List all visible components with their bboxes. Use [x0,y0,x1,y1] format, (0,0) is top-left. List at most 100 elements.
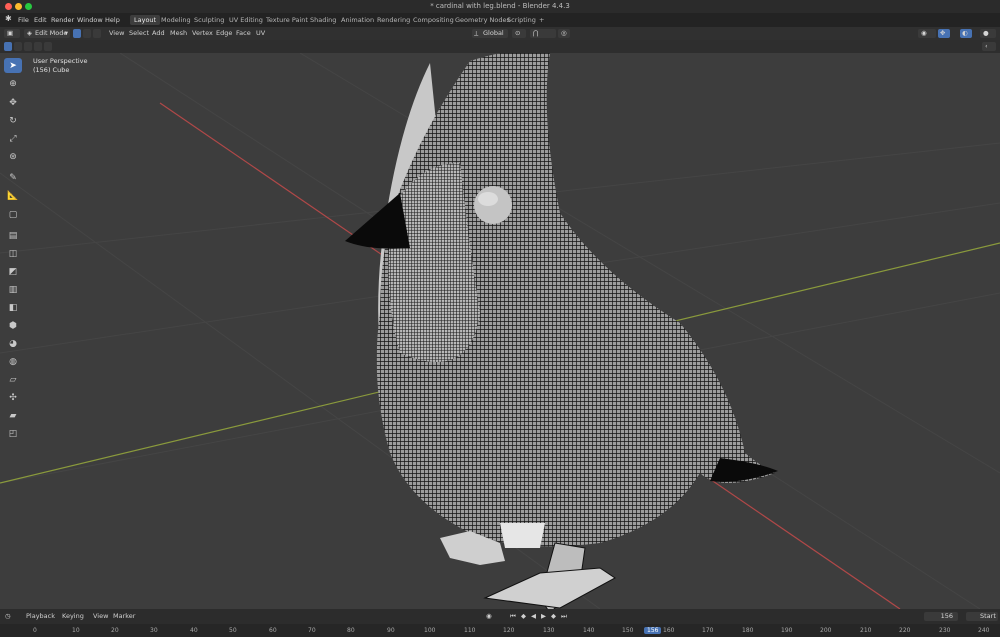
menu-edit[interactable]: Edit [34,16,47,24]
scale-icon: ⤢ [9,133,17,144]
proportional-edit-button[interactable]: ◎ [558,29,570,38]
select-new-button[interactable] [4,42,12,51]
menu-marker[interactable]: Marker [113,612,135,621]
spin-tool-button[interactable]: ◕ [4,336,22,351]
mode-select[interactable]: ◈ Edit Mode ▾ [24,29,70,38]
proportional-icon: ◎ [561,29,567,37]
add-workspace-button[interactable]: + [535,15,548,25]
menu-keying[interactable]: Keying [62,612,84,621]
frame-label: 130 [543,627,555,634]
vertex-select-button[interactable] [73,29,81,38]
tab-layout[interactable]: Layout [130,15,161,25]
frame-label: 80 [347,627,355,634]
frame-label: 40 [190,627,198,634]
visibility-button[interactable]: ◉ [918,29,936,38]
move-tool-button[interactable]: ✥ [4,95,22,110]
jump-start-icon[interactable]: ⏮ [510,612,516,621]
pencil-icon: ✎ [9,172,17,183]
solid-shading-icon: ● [983,29,989,37]
menu-edge[interactable]: Edge [216,29,232,38]
start-frame-label: Start [980,612,996,620]
3d-cursor-icon: ⊕ [9,78,17,89]
frame-label: 200 [820,627,832,634]
smooth-tool-button[interactable]: ◍ [4,354,22,369]
snap-button[interactable]: ⋂ [530,29,556,38]
face-select-button[interactable] [93,29,101,38]
overlay-toggle-button[interactable]: ◐ [960,29,972,38]
poly-build-tool-button[interactable]: ⬢ [4,318,22,333]
blender-logo-icon[interactable]: ✱ [5,14,12,23]
select-intersect-button[interactable] [44,42,52,51]
menu-vertex[interactable]: Vertex [192,29,213,38]
next-keyframe-icon[interactable]: ◆ [551,612,556,621]
sidebar-toggle-button[interactable]: ‹ [982,42,996,51]
select-invert-button[interactable] [34,42,42,51]
tab-shading[interactable]: Shading [306,15,340,25]
tab-sculpting[interactable]: Sculpting [190,15,228,25]
cursor-tool-button[interactable]: ⊕ [4,76,22,91]
start-frame-field[interactable]: Start [966,612,998,621]
frame-label: 60 [269,627,277,634]
menu-timeline-view[interactable]: View [93,612,108,621]
transform-orientation-select[interactable]: ⟂ Global [472,29,508,38]
extrude-tool-button[interactable]: ▤ [4,228,22,243]
menu-file[interactable]: File [18,16,29,24]
play-reverse-icon[interactable]: ◀ [531,612,536,621]
menu-select[interactable]: Select [129,29,149,38]
tab-uv-editing[interactable]: UV Editing [225,15,267,25]
pivot-point-button[interactable]: ⊙ [512,29,526,38]
menu-help[interactable]: Help [105,16,120,24]
cardinal-mesh[interactable] [345,53,778,609]
menu-view[interactable]: View [109,29,124,38]
edge-select-button[interactable] [83,29,91,38]
rip-tool-button[interactable]: ◰ [4,426,22,441]
jump-end-icon[interactable]: ⏭ [561,612,567,621]
rotate-icon: ↻ [9,115,17,126]
tab-animation[interactable]: Animation [337,15,378,25]
shrink-fatten-tool-button[interactable]: ✣ [4,390,22,405]
record-icon[interactable]: ◉ [486,612,492,621]
timeline-header: ◷ Playback Keying View Marker ◉ ⏮ ◆ ◀ ▶ … [0,609,1000,624]
loop-cut-tool-button[interactable]: ▥ [4,282,22,297]
current-frame-field[interactable]: 156 [924,612,958,621]
measure-tool-button[interactable]: 📐 [4,188,22,203]
frame-label: 120 [503,627,515,634]
frame-label: 20 [111,627,119,634]
menu-playback[interactable]: Playback [26,612,55,621]
play-icon[interactable]: ▶ [541,612,546,621]
timeline-editor-icon[interactable]: ◷ [5,612,11,621]
3d-viewport[interactable]: User Perspective (156) Cube [0,53,1000,609]
tab-modeling[interactable]: Modeling [157,15,195,25]
shading-mode-button[interactable]: ● [980,29,996,38]
select-tool-button[interactable]: ➤ [4,58,22,73]
gizmo-toggle-button[interactable]: ✥ [938,29,950,38]
shear-tool-button[interactable]: ▰ [4,408,22,423]
menu-mesh[interactable]: Mesh [170,29,187,38]
annotate-tool-button[interactable]: ✎ [4,170,22,185]
menu-add[interactable]: Add [152,29,165,38]
frame-label: 190 [781,627,793,634]
inset-tool-button[interactable]: ◫ [4,246,22,261]
knife-tool-button[interactable]: ◧ [4,300,22,315]
menu-window[interactable]: Window [77,16,103,24]
bevel-tool-button[interactable]: ◩ [4,264,22,279]
chevron-left-icon: ‹ [985,42,988,50]
top-menu-bar: ✱ File Edit Render Window Help Layout Mo… [0,13,1000,27]
edge-slide-tool-button[interactable]: ▱ [4,372,22,387]
add-cube-tool-button[interactable]: ▢ [4,207,22,222]
editor-type-button[interactable]: ▣ [4,29,20,38]
playhead-frame[interactable]: 156 [644,627,662,634]
eye-icon: ◉ [921,29,927,37]
select-subtract-button[interactable] [24,42,32,51]
select-extend-button[interactable] [14,42,22,51]
prev-keyframe-icon[interactable]: ◆ [521,612,526,621]
rip-icon: ◰ [8,428,18,439]
menu-render[interactable]: Render [51,16,74,24]
menu-face[interactable]: Face [236,29,251,38]
scale-tool-button[interactable]: ⤢ [4,131,22,146]
menu-uv[interactable]: UV [256,29,265,38]
tab-texture-paint[interactable]: Texture Paint [262,15,312,25]
rotate-tool-button[interactable]: ↻ [4,113,22,128]
transform-tool-button[interactable]: ⊛ [4,149,22,164]
loop-cut-icon: ▥ [8,284,18,295]
